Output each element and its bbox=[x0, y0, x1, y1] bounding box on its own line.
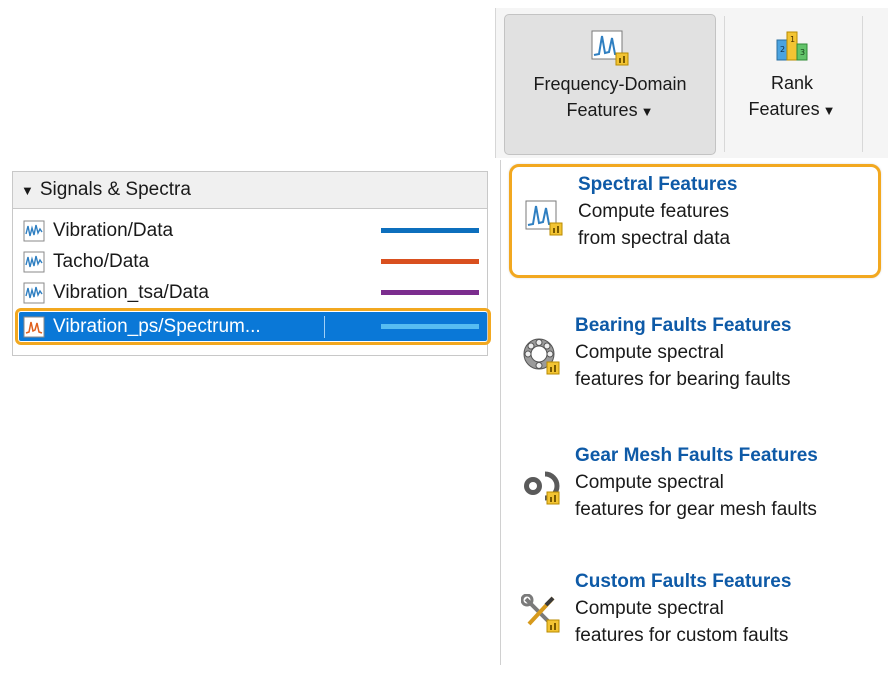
menu-item-text: Spectral Features Compute features from … bbox=[578, 171, 737, 252]
signal-name: Vibration_tsa/Data bbox=[53, 281, 209, 303]
signals-panel-title: Signals & Spectra bbox=[39, 179, 191, 200]
menu-item-spectral-features[interactable]: Spectral Features Compute features from … bbox=[509, 164, 881, 278]
signal-name: Vibration/Data bbox=[53, 219, 174, 241]
menu-item-desc-line2: features for gear mesh faults bbox=[575, 499, 817, 520]
toolstrip-divider bbox=[724, 16, 725, 152]
spectrum-icon bbox=[23, 316, 45, 337]
time-signal-icon bbox=[23, 282, 45, 303]
spectral-features-icon bbox=[525, 200, 563, 236]
signal-color-line bbox=[381, 290, 479, 295]
wrench-screwdriver-icon bbox=[521, 594, 560, 633]
rank-podium-icon: 2 1 3 bbox=[776, 31, 808, 61]
signal-color-line bbox=[381, 259, 479, 264]
menu-item-desc-line2: features for bearing faults bbox=[575, 369, 791, 390]
signal-row[interactable]: Vibration_tsa/Data bbox=[23, 278, 487, 307]
menu-item-custom-faults-features[interactable]: Custom Faults Features Compute spectral … bbox=[509, 564, 881, 678]
menu-item-title: Gear Mesh Faults Features bbox=[575, 445, 818, 466]
svg-text:1: 1 bbox=[790, 35, 795, 44]
menu-item-gear-mesh-faults-features[interactable]: Gear Mesh Faults Features Compute spectr… bbox=[509, 438, 881, 552]
signal-row-selected[interactable]: Vibration_ps/Spectrum... bbox=[15, 308, 491, 345]
menu-item-desc-line1: Compute spectral bbox=[575, 598, 724, 619]
frequency-domain-label-line1: Frequency-Domain bbox=[533, 74, 687, 94]
rank-label-line1: Rank bbox=[770, 73, 814, 93]
svg-text:3: 3 bbox=[800, 48, 805, 57]
menu-item-bearing-faults-features[interactable]: Bearing Faults Features Compute spectral… bbox=[509, 308, 881, 422]
svg-text:2: 2 bbox=[780, 45, 785, 54]
menu-item-desc-line1: Compute spectral bbox=[575, 472, 724, 493]
frequency-domain-features-button[interactable]: Frequency-Domain Features ▼ bbox=[504, 14, 716, 155]
signal-row[interactable]: Tacho/Data bbox=[23, 247, 487, 276]
toolstrip-divider bbox=[862, 16, 863, 152]
dropdown-caret-icon: ▼ bbox=[822, 103, 836, 118]
dropdown-caret-icon: ▼ bbox=[640, 104, 654, 119]
bearing-icon bbox=[523, 338, 560, 375]
menu-item-title: Spectral Features bbox=[578, 174, 738, 195]
rank-features-button[interactable]: 2 1 3 Rank Features ▼ bbox=[730, 14, 854, 155]
rank-label-line2: Features bbox=[748, 99, 820, 119]
frequency-domain-label-line2: Features bbox=[566, 100, 638, 120]
menu-item-text: Gear Mesh Faults Features Compute spectr… bbox=[575, 442, 818, 523]
feature-toolstrip: Frequency-Domain Features ▼ 2 1 3 Rank Fe… bbox=[495, 8, 888, 158]
signal-name: Tacho/Data bbox=[53, 250, 150, 272]
signals-spectra-panel: ▼ Signals & Spectra Vibration/Data Tacho… bbox=[12, 171, 491, 356]
signal-name: Vibration_ps/Spectrum... bbox=[53, 315, 325, 338]
menu-item-desc-line2: from spectral data bbox=[578, 228, 731, 249]
menu-item-text: Custom Faults Features Compute spectral … bbox=[575, 568, 791, 649]
signal-color-line bbox=[381, 228, 479, 233]
spectral-features-icon bbox=[591, 30, 629, 66]
menu-item-desc-line1: Compute spectral bbox=[575, 342, 724, 363]
signals-panel-header[interactable]: ▼ Signals & Spectra bbox=[13, 172, 487, 209]
gear-icon bbox=[524, 471, 560, 505]
frequency-domain-label-line2-wrap: Features ▼ bbox=[505, 97, 715, 125]
collapse-triangle-icon[interactable]: ▼ bbox=[21, 183, 34, 198]
menu-item-title: Custom Faults Features bbox=[575, 571, 792, 592]
menu-item-text: Bearing Faults Features Compute spectral… bbox=[575, 312, 791, 393]
time-signal-icon bbox=[23, 220, 45, 241]
signal-color-line bbox=[381, 324, 479, 329]
rank-label-line2-wrap: Features ▼ bbox=[730, 96, 854, 124]
signal-row[interactable]: Vibration/Data bbox=[23, 216, 487, 245]
menu-item-title: Bearing Faults Features bbox=[575, 315, 792, 336]
menu-item-desc-line1: Compute features bbox=[578, 201, 730, 222]
time-signal-icon bbox=[23, 251, 45, 272]
menu-item-desc-line2: features for custom faults bbox=[575, 625, 789, 646]
frequency-domain-features-menu: Spectral Features Compute features from … bbox=[500, 160, 888, 665]
